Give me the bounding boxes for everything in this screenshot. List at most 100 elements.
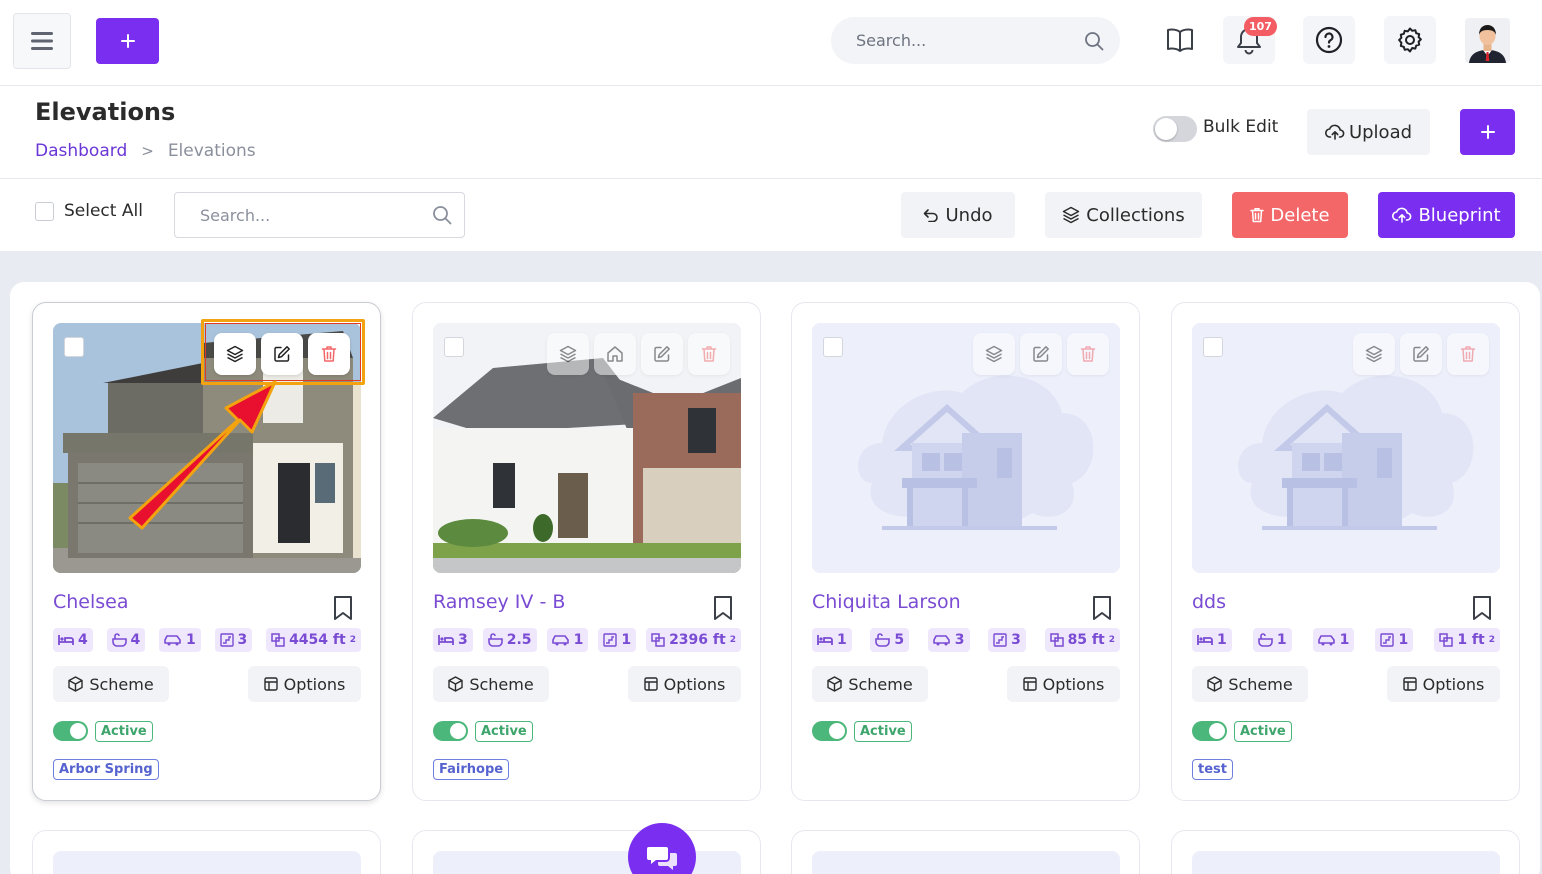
stories-stat: 3 <box>214 628 253 652</box>
options-button[interactable]: Options <box>1007 666 1120 702</box>
edit-action-button[interactable] <box>641 333 683 375</box>
elevation-stats: 3 2.5 1 1 2396 ft 2 <box>433 628 741 652</box>
cube-icon <box>827 676 843 692</box>
home-icon <box>607 346 623 362</box>
undo-button[interactable]: Undo <box>901 192 1015 238</box>
collections-action-button[interactable] <box>547 333 589 375</box>
elevation-name[interactable]: Ramsey IV - B <box>433 591 565 613</box>
bath-icon <box>111 633 127 647</box>
search-icon <box>1085 31 1104 50</box>
user-avatar[interactable] <box>1465 18 1510 63</box>
plus-icon <box>1480 125 1495 139</box>
bulk-edit-toggle[interactable] <box>1153 116 1197 142</box>
elevation-stats: 1 1 1 1 1 ft 2 <box>1192 628 1500 652</box>
status-badge: Active <box>854 721 912 742</box>
edit-icon <box>1413 346 1429 362</box>
delete-action-button[interactable] <box>1447 333 1489 375</box>
bookmark-icon[interactable] <box>1091 595 1113 621</box>
scheme-button[interactable]: Scheme <box>53 666 169 702</box>
delete-action-button[interactable] <box>1067 333 1109 375</box>
elevations-search[interactable]: Search... <box>174 192 465 238</box>
elevation-name[interactable]: Chelsea <box>53 591 129 613</box>
card-select-checkbox[interactable] <box>64 337 84 357</box>
settings-button[interactable] <box>1384 16 1436 64</box>
garage-stat: 1 <box>1312 628 1355 652</box>
status-badge: Active <box>475 721 533 742</box>
delete-label: Delete <box>1270 204 1330 226</box>
global-search-input[interactable]: Search... <box>856 31 1084 50</box>
delete-button[interactable]: Delete <box>1232 192 1348 238</box>
elevation-image[interactable] <box>53 851 361 874</box>
bath-icon <box>875 633 891 647</box>
menu-button[interactable] <box>13 13 71 69</box>
delete-action-button[interactable] <box>688 333 730 375</box>
upload-button[interactable]: Upload <box>1307 109 1430 155</box>
trash-icon <box>1250 208 1265 223</box>
bookmark-icon[interactable] <box>712 595 734 621</box>
car-icon <box>932 635 950 646</box>
elevations-search-input[interactable]: Search... <box>200 206 432 225</box>
layers-icon <box>1063 206 1080 224</box>
elevation-image[interactable] <box>812 851 1120 874</box>
global-search[interactable]: Search... <box>831 17 1120 64</box>
status-badge: Active <box>1234 721 1292 742</box>
status-toggle[interactable] <box>812 721 847 741</box>
edit-icon <box>654 346 670 362</box>
garage-stat: 3 <box>927 628 970 652</box>
bed-icon <box>1197 635 1213 645</box>
status-toggle[interactable] <box>53 721 88 741</box>
breadcrumb-home-link[interactable]: Dashboard <box>35 141 127 161</box>
status-toggle[interactable] <box>1192 721 1227 741</box>
quick-add-button[interactable] <box>96 18 159 64</box>
help-button[interactable] <box>1303 16 1355 64</box>
undo-icon <box>924 209 939 222</box>
status-badge: Active <box>95 721 153 742</box>
select-all-checkbox[interactable] <box>35 202 54 221</box>
elevation-stats: 1 5 3 3 85 ft 2 <box>812 628 1120 652</box>
area-stat: 85 ft 2 <box>1044 628 1120 652</box>
layout-icon <box>1022 677 1037 691</box>
blueprint-button[interactable]: Blueprint <box>1378 192 1515 238</box>
bulk-edit-label: Bulk Edit <box>1203 117 1279 137</box>
elevation-card <box>1171 830 1520 874</box>
header-divider <box>0 178 1542 179</box>
card-select-checkbox[interactable] <box>823 337 843 357</box>
elevation-name[interactable]: dds <box>1192 591 1226 613</box>
bookmark-icon[interactable] <box>1471 595 1493 621</box>
options-button[interactable]: Options <box>628 666 741 702</box>
edit-action-button[interactable] <box>1020 333 1062 375</box>
stories-stat: 1 <box>1375 628 1414 652</box>
select-all-label[interactable]: Select All <box>64 201 143 221</box>
options-button[interactable]: Options <box>248 666 361 702</box>
home-action-button[interactable] <box>594 333 636 375</box>
options-button[interactable]: Options <box>1387 666 1500 702</box>
elevation-name[interactable]: Chiquita Larson <box>812 591 961 613</box>
undo-label: Undo <box>945 204 993 226</box>
add-elevation-button[interactable] <box>1460 109 1515 155</box>
stories-icon <box>993 633 1007 647</box>
toggle-knob <box>1155 118 1177 140</box>
collections-label: Collections <box>1086 204 1185 226</box>
collections-button[interactable]: Collections <box>1045 192 1202 238</box>
scheme-button[interactable]: Scheme <box>812 666 928 702</box>
upload-label: Upload <box>1348 121 1413 143</box>
elevation-card: Chiquita Larson 1 5 3 3 85 ft 2 Scheme Op… <box>791 302 1140 801</box>
elevation-image[interactable] <box>1192 851 1500 874</box>
collections-action-button[interactable] <box>973 333 1015 375</box>
community-tag: Arbor Spring <box>53 759 159 780</box>
car-icon <box>164 635 181 646</box>
book-icon <box>1167 28 1193 52</box>
docs-button[interactable] <box>1154 16 1206 64</box>
card-select-checkbox[interactable] <box>444 337 464 357</box>
edit-action-button[interactable] <box>1400 333 1442 375</box>
beds-stat: 3 <box>433 628 473 652</box>
card-select-checkbox[interactable] <box>1203 337 1223 357</box>
collections-action-button[interactable] <box>1353 333 1395 375</box>
scheme-button[interactable]: Scheme <box>1192 666 1308 702</box>
stories-icon <box>219 633 234 647</box>
status-toggle[interactable] <box>433 721 468 741</box>
bed-icon <box>817 635 833 645</box>
layout-icon <box>1402 677 1417 691</box>
scheme-button[interactable]: Scheme <box>433 666 549 702</box>
bookmark-icon[interactable] <box>332 595 354 621</box>
